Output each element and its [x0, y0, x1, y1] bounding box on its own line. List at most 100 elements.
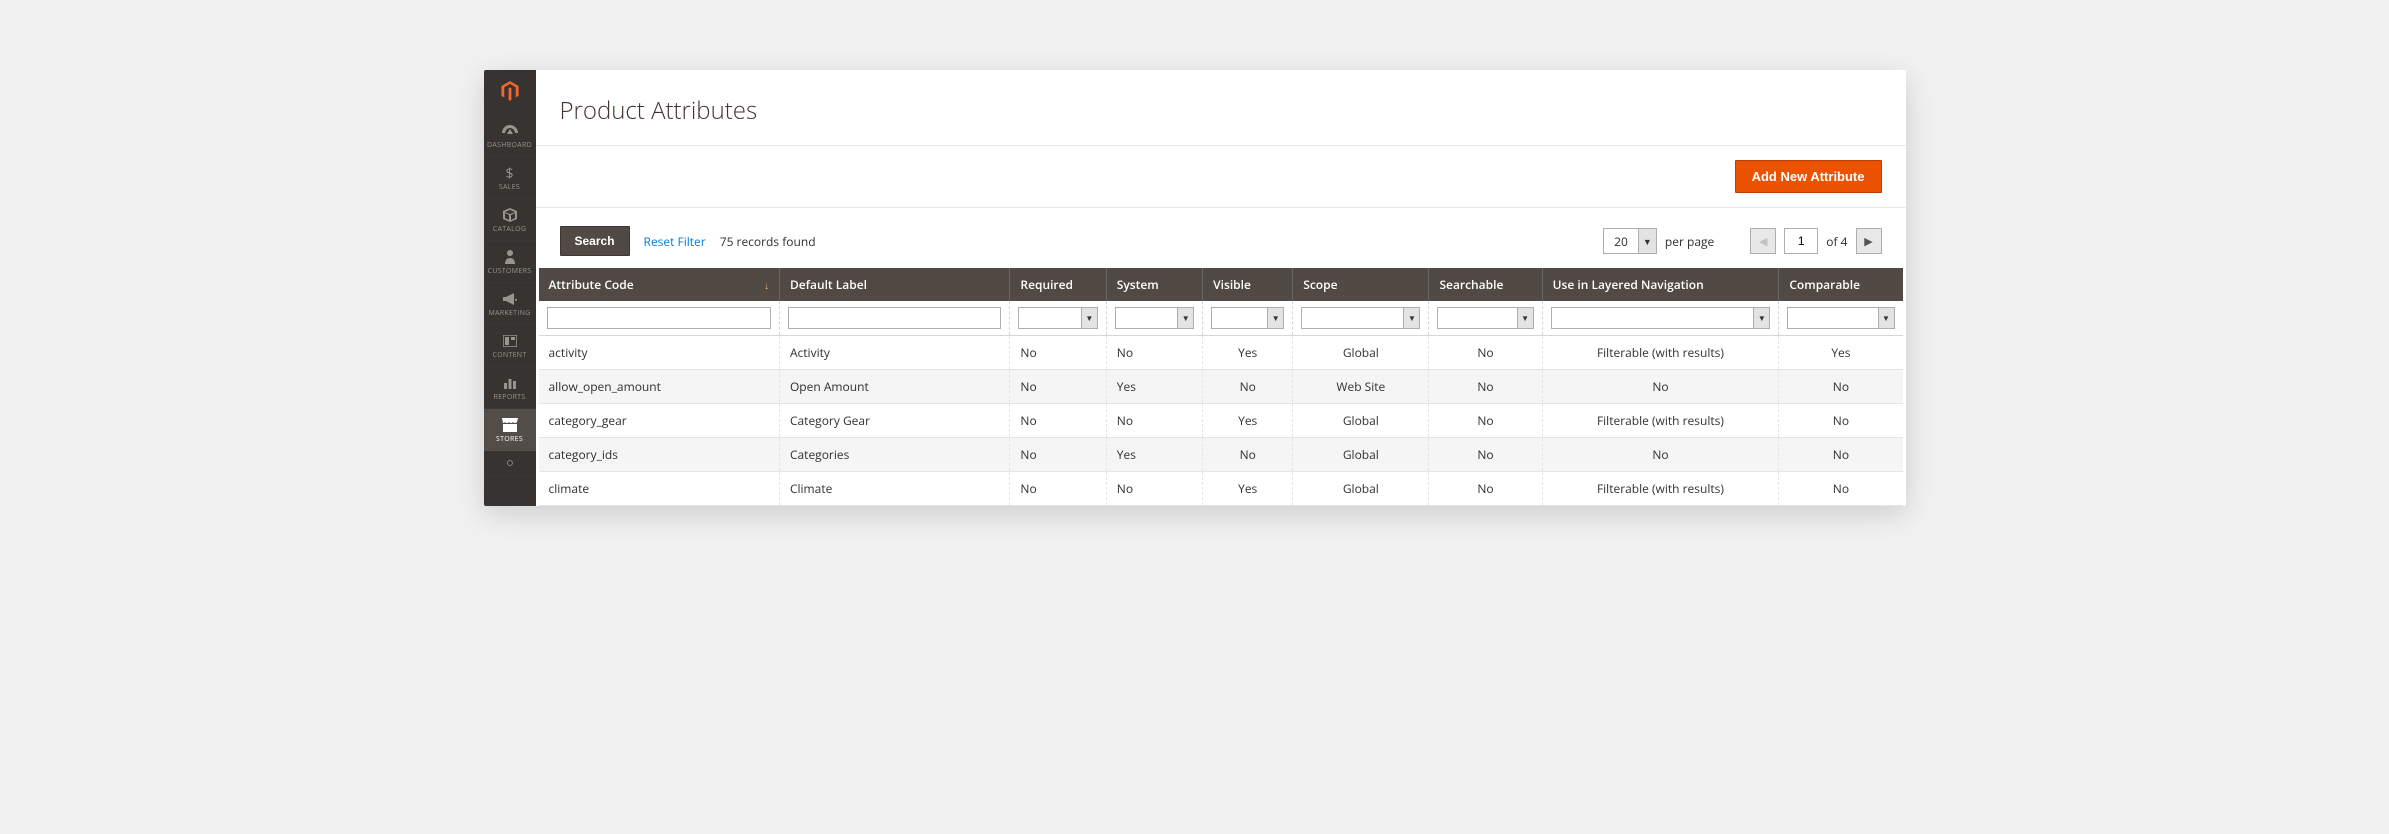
cell-scope: Global — [1293, 438, 1429, 472]
action-bar: Add New Attribute — [536, 145, 1906, 208]
table-row[interactable]: activityActivityNoNoYesGlobalNoFilterabl… — [539, 336, 1903, 370]
col-header-system[interactable]: System — [1106, 268, 1202, 301]
col-header-layered[interactable]: Use in Layered Navigation — [1542, 268, 1779, 301]
cell-label: Open Amount — [779, 370, 1009, 404]
chevron-down-icon: ▼ — [1403, 308, 1419, 328]
pagination: 20 ▼ per page ◀ of 4 ▶ — [1603, 228, 1881, 254]
search-button[interactable]: Search — [560, 226, 630, 256]
chevron-right-icon: ▶ — [1864, 234, 1872, 249]
page-number-input[interactable] — [1784, 228, 1818, 254]
col-header-default-label[interactable]: Default Label — [779, 268, 1009, 301]
cell-required: No — [1010, 472, 1106, 506]
sidebar-item-label: REPORTS — [494, 393, 526, 402]
sidebar-item-stores[interactable]: STORES — [484, 409, 536, 451]
cell-label: Category Gear — [779, 404, 1009, 438]
sidebar-item-dashboard[interactable]: DASHBOARD — [484, 115, 536, 157]
cell-searchable: No — [1429, 472, 1542, 506]
filter-comparable-select[interactable]: ▼ — [1787, 307, 1894, 329]
chevron-down-icon: ▼ — [1638, 229, 1656, 253]
filter-searchable-select[interactable]: ▼ — [1437, 307, 1533, 329]
table-row[interactable]: category_gearCategory GearNoNoYesGlobalN… — [539, 404, 1903, 438]
cell-searchable: No — [1429, 336, 1542, 370]
cell-scope: Global — [1293, 404, 1429, 438]
cell-visible: Yes — [1203, 472, 1293, 506]
cell-visible: No — [1203, 370, 1293, 404]
cell-visible: No — [1203, 438, 1293, 472]
col-header-attribute-code[interactable]: Attribute Code↓ — [539, 268, 780, 301]
table-row[interactable]: category_idsCategoriesNoYesNoGlobalNoNoN… — [539, 438, 1903, 472]
cell-required: No — [1010, 370, 1106, 404]
filter-attribute-code-input[interactable] — [547, 307, 771, 329]
table-row[interactable]: climateClimateNoNoYesGlobalNoFilterable … — [539, 472, 1903, 506]
cell-system: Yes — [1106, 370, 1202, 404]
megaphone-icon — [503, 291, 517, 307]
of-pages-label: of 4 — [1826, 233, 1847, 250]
sidebar-item-more[interactable] — [484, 451, 536, 476]
page-header: Product Attributes — [536, 70, 1906, 145]
cell-visible: Yes — [1203, 336, 1293, 370]
cell-system: Yes — [1106, 438, 1202, 472]
col-header-required[interactable]: Required — [1010, 268, 1106, 301]
col-header-comparable[interactable]: Comparable — [1779, 268, 1903, 301]
sidebar-item-marketing[interactable]: MARKETING — [484, 283, 536, 325]
cell-layered: No — [1542, 370, 1779, 404]
page-title: Product Attributes — [560, 94, 1882, 127]
cell-layered: Filterable (with results) — [1542, 404, 1779, 438]
chevron-down-icon: ▼ — [1517, 308, 1533, 328]
sidebar-item-label: DASHBOARD — [487, 141, 532, 150]
chevron-down-icon: ▼ — [1177, 308, 1193, 328]
cell-code: activity — [539, 336, 780, 370]
main-content: Product Attributes Add New Attribute Sea… — [536, 70, 1906, 506]
col-header-searchable[interactable]: Searchable — [1429, 268, 1542, 301]
filter-visible-select[interactable]: ▼ — [1211, 307, 1284, 329]
filter-system-select[interactable]: ▼ — [1115, 307, 1194, 329]
bars-icon — [503, 375, 517, 391]
cell-visible: Yes — [1203, 404, 1293, 438]
sidebar-item-label: STORES — [496, 435, 523, 444]
app-frame: DASHBOARD $ SALES CATALOG CUSTOMERS MARK… — [484, 70, 1906, 506]
reset-filter-link[interactable]: Reset Filter — [644, 233, 706, 250]
chevron-down-icon: ▼ — [1267, 308, 1283, 328]
cell-layered: Filterable (with results) — [1542, 472, 1779, 506]
add-new-attribute-button[interactable]: Add New Attribute — [1735, 160, 1882, 193]
gear-icon — [504, 455, 516, 471]
chevron-down-icon: ▼ — [1878, 308, 1894, 328]
per-page-select[interactable]: 20 ▼ — [1603, 228, 1657, 254]
filter-layered-select[interactable]: ▼ — [1551, 307, 1771, 329]
chevron-down-icon: ▼ — [1081, 308, 1097, 328]
dollar-icon: $ — [505, 165, 513, 181]
table-row[interactable]: allow_open_amountOpen AmountNoYesNoWeb S… — [539, 370, 1903, 404]
sort-down-icon: ↓ — [764, 278, 769, 292]
sidebar-item-customers[interactable]: CUSTOMERS — [484, 241, 536, 283]
sidebar-item-sales[interactable]: $ SALES — [484, 157, 536, 199]
attributes-grid: Attribute Code↓ Default Label Required S… — [536, 268, 1906, 506]
cell-layered: No — [1542, 438, 1779, 472]
storefront-icon — [502, 417, 518, 433]
prev-page-button[interactable]: ◀ — [1750, 228, 1776, 254]
layout-icon — [503, 333, 517, 349]
chevron-down-icon: ▼ — [1753, 308, 1769, 328]
cell-code: climate — [539, 472, 780, 506]
cell-required: No — [1010, 404, 1106, 438]
magento-logo-icon[interactable] — [501, 70, 519, 115]
cell-required: No — [1010, 336, 1106, 370]
cell-scope: Global — [1293, 336, 1429, 370]
filter-scope-select[interactable]: ▼ — [1301, 307, 1420, 329]
cell-comparable: No — [1779, 404, 1903, 438]
filter-default-label-input[interactable] — [788, 307, 1001, 329]
cell-system: No — [1106, 404, 1202, 438]
sidebar-item-reports[interactable]: REPORTS — [484, 367, 536, 409]
next-page-button[interactable]: ▶ — [1856, 228, 1882, 254]
sidebar-item-content[interactable]: CONTENT — [484, 325, 536, 367]
col-header-visible[interactable]: Visible — [1203, 268, 1293, 301]
cube-icon — [503, 207, 517, 223]
attributes-table: Attribute Code↓ Default Label Required S… — [539, 268, 1903, 506]
cell-comparable: No — [1779, 472, 1903, 506]
cell-code: allow_open_amount — [539, 370, 780, 404]
filter-required-select[interactable]: ▼ — [1018, 307, 1097, 329]
col-header-scope[interactable]: Scope — [1293, 268, 1429, 301]
sidebar-item-catalog[interactable]: CATALOG — [484, 199, 536, 241]
cell-searchable: No — [1429, 404, 1542, 438]
cell-layered: Filterable (with results) — [1542, 336, 1779, 370]
cell-searchable: No — [1429, 370, 1542, 404]
